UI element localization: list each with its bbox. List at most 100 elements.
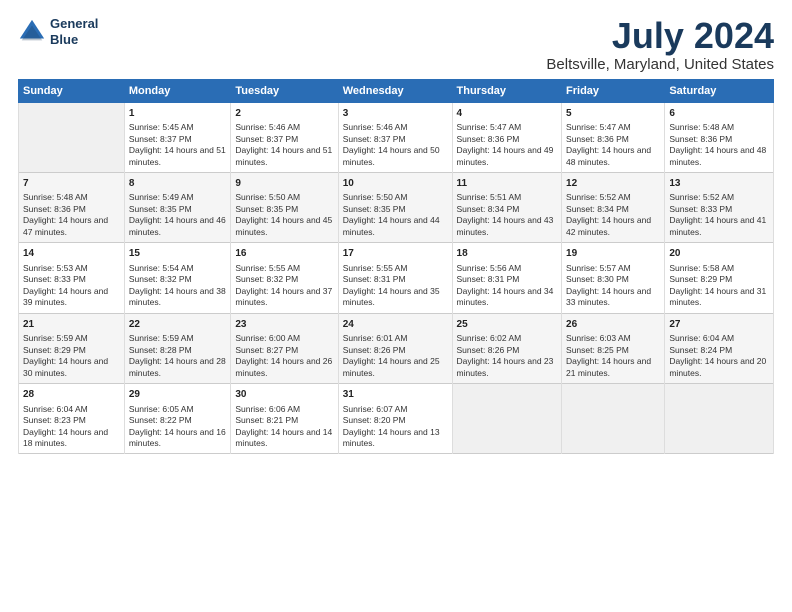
- day-number: 4: [457, 107, 558, 121]
- day-number: 28: [23, 388, 120, 402]
- calendar-cell: [19, 102, 125, 172]
- calendar-week-3: 14 Sunrise: 5:53 AMSunset: 8:33 PMDayligh…: [19, 243, 774, 313]
- calendar-cell: 24Sunrise: 6:01 AMSunset: 8:26 PMDayligh…: [338, 313, 452, 383]
- calendar-cell: 10Sunrise: 5:50 AMSunset: 8:35 PMDayligh…: [338, 172, 452, 242]
- header: General Blue July 2024 Beltsville, Maryl…: [18, 16, 774, 73]
- calendar-header-tuesday: Tuesday: [231, 79, 338, 102]
- calendar-cell: 23Sunrise: 6:00 AMSunset: 8:27 PMDayligh…: [231, 313, 338, 383]
- day-info: Sunrise: 6:02 AMSunset: 8:26 PMDaylight:…: [457, 333, 558, 379]
- day-info: Sunrise: 5:57 AMSunset: 8:30 PMDaylight:…: [566, 263, 660, 309]
- day-info: Sunrise: 5:46 AMSunset: 8:37 PMDaylight:…: [235, 122, 333, 168]
- day-number: 24: [343, 318, 448, 332]
- logo-line1: General: [50, 16, 98, 32]
- day-number: 5: [566, 107, 660, 121]
- logo-text: General Blue: [50, 16, 98, 47]
- calendar-cell: [562, 384, 665, 454]
- day-number: 22: [129, 318, 227, 332]
- day-info: Sunrise: 5:56 AMSunset: 8:31 PMDaylight:…: [457, 263, 558, 309]
- day-number: 16: [235, 247, 333, 261]
- calendar-week-5: 28Sunrise: 6:04 AMSunset: 8:23 PMDayligh…: [19, 384, 774, 454]
- calendar-header-friday: Friday: [562, 79, 665, 102]
- day-info: Sunrise: 6:06 AMSunset: 8:21 PMDaylight:…: [235, 404, 333, 450]
- calendar-cell: 28Sunrise: 6:04 AMSunset: 8:23 PMDayligh…: [19, 384, 125, 454]
- calendar-cell: 11Sunrise: 5:51 AMSunset: 8:34 PMDayligh…: [452, 172, 562, 242]
- calendar-week-4: 21Sunrise: 5:59 AMSunset: 8:29 PMDayligh…: [19, 313, 774, 383]
- subtitle: Beltsville, Maryland, United States: [546, 56, 774, 73]
- day-info: Sunrise: 6:01 AMSunset: 8:26 PMDaylight:…: [343, 333, 448, 379]
- logo-line2: Blue: [50, 32, 98, 48]
- day-info: Sunrise: 5:52 AMSunset: 8:33 PMDaylight:…: [669, 192, 769, 238]
- day-number: 10: [343, 177, 448, 191]
- title-area: July 2024 Beltsville, Maryland, United S…: [546, 16, 774, 73]
- calendar-cell: 15Sunrise: 5:54 AMSunset: 8:32 PMDayligh…: [124, 243, 231, 313]
- day-number: 29: [129, 388, 227, 402]
- day-number: 25: [457, 318, 558, 332]
- day-info: Sunrise: 5:53 AMSunset: 8:33 PMDaylight:…: [23, 263, 120, 309]
- calendar-cell: 17 Sunrise: 5:55 AMSunset: 8:31 PMDayligh…: [338, 243, 452, 313]
- calendar-cell: [452, 384, 562, 454]
- day-number: 12: [566, 177, 660, 191]
- day-number: 3: [343, 107, 448, 121]
- calendar-cell: 30Sunrise: 6:06 AMSunset: 8:21 PMDayligh…: [231, 384, 338, 454]
- calendar-cell: 4Sunrise: 5:47 AMSunset: 8:36 PMDaylight…: [452, 102, 562, 172]
- logo-icon: [18, 18, 46, 46]
- calendar-header-sunday: Sunday: [19, 79, 125, 102]
- day-info: Sunrise: 5:50 AMSunset: 8:35 PMDaylight:…: [343, 192, 448, 238]
- calendar-cell: 2Sunrise: 5:46 AMSunset: 8:37 PMDaylight…: [231, 102, 338, 172]
- day-number: 18: [457, 247, 558, 261]
- calendar-cell: 20Sunrise: 5:58 AMSunset: 8:29 PMDayligh…: [665, 243, 774, 313]
- day-number: 9: [235, 177, 333, 191]
- day-number: 13: [669, 177, 769, 191]
- day-info: Sunrise: 6:04 AMSunset: 8:24 PMDaylight:…: [669, 333, 769, 379]
- calendar-cell: 5Sunrise: 5:47 AMSunset: 8:36 PMDaylight…: [562, 102, 665, 172]
- day-info: Sunrise: 6:07 AMSunset: 8:20 PMDaylight:…: [343, 404, 448, 450]
- day-info: Sunrise: 5:52 AMSunset: 8:34 PMDaylight:…: [566, 192, 660, 238]
- day-info: Sunrise: 5:59 AMSunset: 8:28 PMDaylight:…: [129, 333, 227, 379]
- calendar-cell: 6Sunrise: 5:48 AMSunset: 8:36 PMDaylight…: [665, 102, 774, 172]
- day-info: Sunrise: 5:55 AMSunset: 8:31 PMDaylight:…: [343, 263, 448, 309]
- calendar-header-monday: Monday: [124, 79, 231, 102]
- calendar-week-1: 1Sunrise: 5:45 AMSunset: 8:37 PMDaylight…: [19, 102, 774, 172]
- day-info: Sunrise: 5:55 AMSunset: 8:32 PMDaylight:…: [235, 263, 333, 309]
- calendar-table: SundayMondayTuesdayWednesdayThursdayFrid…: [18, 79, 774, 455]
- calendar-cell: 3Sunrise: 5:46 AMSunset: 8:37 PMDaylight…: [338, 102, 452, 172]
- day-number: 27: [669, 318, 769, 332]
- day-number: 20: [669, 247, 769, 261]
- calendar-cell: 13Sunrise: 5:52 AMSunset: 8:33 PMDayligh…: [665, 172, 774, 242]
- calendar-cell: 18 Sunrise: 5:56 AMSunset: 8:31 PMDayligh…: [452, 243, 562, 313]
- day-info: Sunrise: 5:51 AMSunset: 8:34 PMDaylight:…: [457, 192, 558, 238]
- page: General Blue July 2024 Beltsville, Maryl…: [0, 0, 792, 612]
- day-info: Sunrise: 5:47 AMSunset: 8:36 PMDaylight:…: [457, 122, 558, 168]
- calendar-cell: 25Sunrise: 6:02 AMSunset: 8:26 PMDayligh…: [452, 313, 562, 383]
- day-info: Sunrise: 5:47 AMSunset: 8:36 PMDaylight:…: [566, 122, 660, 168]
- day-number: 26: [566, 318, 660, 332]
- calendar-cell: 8Sunrise: 5:49 AMSunset: 8:35 PMDaylight…: [124, 172, 231, 242]
- day-info: Sunrise: 6:03 AMSunset: 8:25 PMDaylight:…: [566, 333, 660, 379]
- calendar-cell: 14 Sunrise: 5:53 AMSunset: 8:33 PMDayligh…: [19, 243, 125, 313]
- calendar-header-saturday: Saturday: [665, 79, 774, 102]
- day-number: 8: [129, 177, 227, 191]
- day-number: 17: [343, 247, 448, 261]
- day-number: 11: [457, 177, 558, 191]
- day-number: 1: [129, 107, 227, 121]
- calendar-header-wednesday: Wednesday: [338, 79, 452, 102]
- day-info: Sunrise: 5:45 AMSunset: 8:37 PMDaylight:…: [129, 122, 227, 168]
- day-info: Sunrise: 5:46 AMSunset: 8:37 PMDaylight:…: [343, 122, 448, 168]
- day-number: 31: [343, 388, 448, 402]
- day-number: 15: [129, 247, 227, 261]
- calendar-cell: 19Sunrise: 5:57 AMSunset: 8:30 PMDayligh…: [562, 243, 665, 313]
- day-number: 23: [235, 318, 333, 332]
- calendar-cell: 22Sunrise: 5:59 AMSunset: 8:28 PMDayligh…: [124, 313, 231, 383]
- calendar-cell: 21Sunrise: 5:59 AMSunset: 8:29 PMDayligh…: [19, 313, 125, 383]
- logo: General Blue: [18, 16, 98, 47]
- calendar-cell: 31 Sunrise: 6:07 AMSunset: 8:20 PMDayligh…: [338, 384, 452, 454]
- calendar-cell: 26Sunrise: 6:03 AMSunset: 8:25 PMDayligh…: [562, 313, 665, 383]
- day-number: 14: [23, 247, 120, 261]
- day-info: Sunrise: 5:49 AMSunset: 8:35 PMDaylight:…: [129, 192, 227, 238]
- day-number: 6: [669, 107, 769, 121]
- calendar-cell: 16 Sunrise: 5:55 AMSunset: 8:32 PMDayligh…: [231, 243, 338, 313]
- calendar-cell: 12Sunrise: 5:52 AMSunset: 8:34 PMDayligh…: [562, 172, 665, 242]
- day-info: Sunrise: 5:48 AMSunset: 8:36 PMDaylight:…: [23, 192, 120, 238]
- calendar-week-2: 7Sunrise: 5:48 AMSunset: 8:36 PMDaylight…: [19, 172, 774, 242]
- day-info: Sunrise: 6:00 AMSunset: 8:27 PMDaylight:…: [235, 333, 333, 379]
